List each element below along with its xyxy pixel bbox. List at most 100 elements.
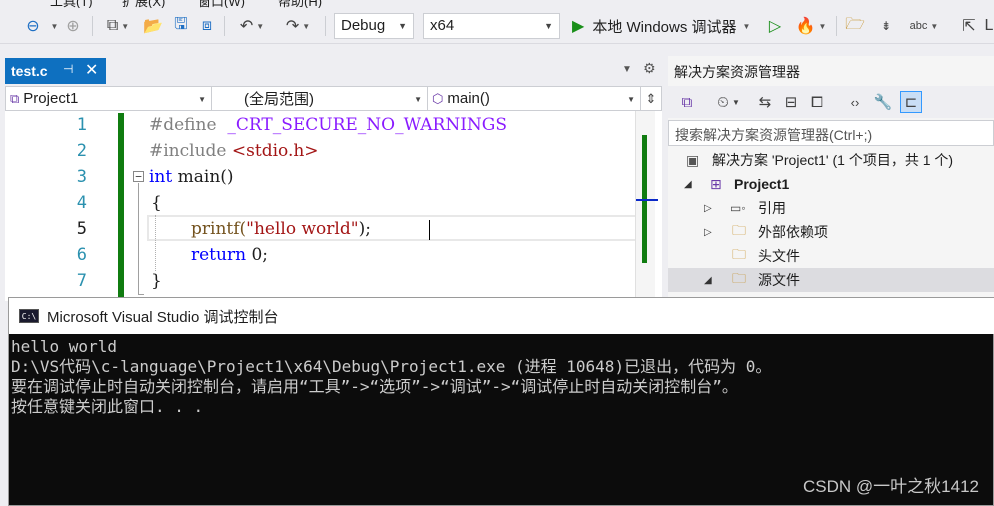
chevron-down-icon: ▼ [544,21,553,31]
tree-item-external-deps[interactable]: ▷ 🗀 外部依赖项 [668,220,994,244]
console-title-bar[interactable]: C:\ Microsoft Visual Studio 调试控制台 [9,298,994,334]
code-line-7: } [151,271,162,291]
scope-dropdown[interactable]: (全局范围) ▼ [212,87,428,110]
show-all-files-icon[interactable]: ⧠ [806,91,828,113]
solution-explorer-icon[interactable]: 🗁 [843,14,867,38]
preview-icon[interactable]: ⊏ [900,91,922,113]
folder-icon: 🗀 [732,222,746,238]
switch-views-icon[interactable]: ⧉ [676,91,698,113]
project-icon: ⧉ [10,90,20,106]
navigation-bar: ⧉ Project1 ▼ (全局范围) ▼ ⬡ main() ▼ ⇕ [5,86,662,111]
sync-icon[interactable]: ⇆ [754,91,776,113]
solution-search-input[interactable]: 搜索解决方案资源管理器(Ctrl+;) [668,120,994,146]
menu-extensions[interactable]: 扩展(X) [122,0,165,8]
back-dropdown-icon[interactable]: ▼ [48,14,59,38]
toolbar-cut-label: L [984,17,994,34]
filter-folder-icon: 🗀 [732,246,746,262]
tab-test-c[interactable]: test.c ⊣ ✕ [5,58,106,84]
configuration-value: Debug [341,17,386,34]
new-item-icon[interactable]: ⧉ ▼ [100,14,136,38]
run-label: 本地 Windows 调试器 [592,18,737,36]
tree-item-project[interactable]: ◢ ⊞ Project1 [668,172,994,196]
tab-label: test.c [11,63,48,79]
view-code-icon[interactable]: ‹› [844,91,866,113]
tree-item-references[interactable]: ▷ ▭◦ 引用 [668,196,994,220]
open-icon[interactable]: 📂 [142,14,164,38]
menu-bar: 工具(T) 扩展(X) 窗口(W) 帮助(H) [0,0,994,8]
properties-icon[interactable]: 🔧 [872,91,894,113]
pin-icon[interactable]: ⊣ [63,62,73,76]
undo-icon[interactable]: ↶ ▼ [232,14,272,38]
save-all-icon[interactable]: ⧈ [196,14,218,38]
project-dropdown[interactable]: ⧉ Project1 ▼ [6,87,212,110]
console-line: 按任意键关闭此窗口. . . [11,397,204,416]
platform-select[interactable]: x64 ▼ [423,13,560,39]
indent-guide [155,215,156,271]
collapsed-icon[interactable]: ▷ [704,227,712,238]
menu-help[interactable]: 帮助(H) [278,0,322,8]
back-icon[interactable]: ⊖ [22,14,44,38]
configuration-select[interactable]: Debug ▼ [334,13,414,39]
start-without-debug-icon[interactable]: ▷ [764,14,786,38]
line-number-active: 5 [76,219,87,239]
redo-icon[interactable]: ↷ ▼ [278,14,318,38]
solution-explorer-toolbar: ⧉ ⏲ ▼ ⇆ ⊟ ⧠ ‹› 🔧 ⊏ [668,86,994,118]
tree-item-solution[interactable]: ▣ 解决方案 'Project1' (1 个项目，共 1 个) [668,148,994,172]
tree-item-source-files[interactable]: ◢ 🗀 源文件 [668,268,994,292]
code-editor[interactable]: 1 2 3 4 5 6 7 − #define _CRT_SECURE_NO_W… [5,111,662,301]
menu-window[interactable]: 窗口(W) [198,0,245,8]
toolbar-separator [92,16,93,36]
cpp-project-icon: ⊞ [710,175,722,192]
platform-value: x64 [430,17,455,34]
start-debugging-button[interactable]: ▶ 本地 Windows 调试器 ▼ [572,14,750,38]
text-caret [429,220,430,240]
toolbar-separator [325,16,326,36]
chevron-down-icon: ▼ [627,95,635,104]
scope-name: (全局范围) [244,91,314,108]
collapsed-icon[interactable]: ▷ [704,203,712,214]
vertical-scrollbar[interactable] [635,111,658,301]
line-number: 7 [76,271,87,291]
play-icon: ▶ [572,18,585,35]
fold-guide-end [138,294,144,295]
chevron-down-icon: ▼ [398,21,407,31]
menu-tools[interactable]: 工具(T) [50,0,93,8]
align-icon[interactable]: ⇟ [876,14,896,38]
standard-toolbar: ⊖ ▼ ⊕ ⧉ ▼ 📂 🖫 ⧈ ↶ ▼ ↷ ▼ Debug ▼ x64 ▼ ▶ 本地 … [0,8,994,44]
solution-icon: ▣ [686,151,700,168]
code-line-6: return 0; [191,245,268,265]
toolbar-separator [836,16,837,36]
member-dropdown[interactable]: ⬡ main() ▼ [428,87,641,110]
code-line-5: printf("hello world"); [191,219,371,239]
close-icon[interactable]: ✕ [85,60,98,80]
save-icon[interactable]: 🖫 [170,14,192,38]
spell-icon[interactable]: abc ▼ [906,14,942,38]
document-tab-row: test.c ⊣ ✕ ▼ ⚙ [0,44,664,84]
solution-explorer-panel: 解决方案资源管理器 ⧉ ⏲ ▼ ⇆ ⊟ ⧠ ‹› 🔧 ⊏ 搜索解决方案资源管理器… [668,56,994,306]
tab-list-dropdown-icon[interactable]: ▼ [622,64,632,75]
chevron-down-icon: ▼ [742,21,751,31]
chevron-down-icon: ▼ [414,95,422,104]
chevron-down-icon[interactable]: ▼ [730,91,742,113]
next-icon[interactable]: ⇱ [958,14,980,38]
gear-icon[interactable]: ⚙ [643,60,656,77]
line-number: 2 [76,141,87,161]
collapse-all-icon[interactable]: ⊟ [780,91,802,113]
collapse-icon[interactable]: − [133,171,144,182]
watermark: CSDN @一叶之秋1412 [803,477,979,496]
forward-icon[interactable]: ⊕ [62,14,84,38]
code-line-1: #define _CRT_SECURE_NO_WARNINGS [149,115,508,135]
code-line-3: int main() [149,167,234,187]
line-number: 3 [76,167,87,187]
function-icon: ⬡ [432,90,444,106]
split-icon[interactable]: ⇕ [641,87,661,110]
expanded-icon[interactable]: ◢ [704,275,712,286]
line-number: 1 [76,115,87,135]
expanded-icon[interactable]: ◢ [684,179,692,190]
hot-reload-icon[interactable]: 🔥 ▼ [792,14,830,38]
tree-item-header-files[interactable]: 🗀 头文件 [668,244,994,268]
debug-console-window[interactable]: C:\ Microsoft Visual Studio 调试控制台 hello … [8,297,994,506]
console-app-icon: C:\ [19,309,39,323]
change-tracking-bar [118,113,124,299]
console-title: Microsoft Visual Studio 调试控制台 [47,308,279,326]
